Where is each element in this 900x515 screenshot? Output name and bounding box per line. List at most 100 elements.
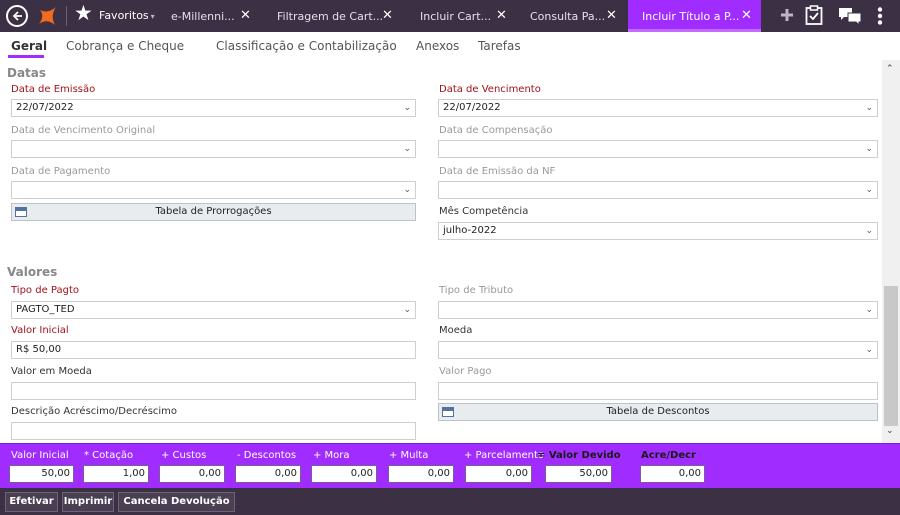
vertical-scrollbar[interactable]: ⌃ ⌄ [882, 60, 900, 443]
total-label-valor-devido: = Valor Devido [537, 450, 621, 461]
tab-e-millennium[interactable]: e-Millenni... ✕ [160, 0, 266, 32]
chevron-down-icon: ⌄ [403, 144, 411, 154]
total-mora-input[interactable]: 0,00 [311, 465, 377, 483]
plus-icon[interactable] [780, 8, 794, 25]
tabela-prorrogacoes-button[interactable]: Tabela de Prorrogações [11, 203, 416, 221]
tab-incluir-cart[interactable]: Incluir Cart... ✕ [408, 0, 514, 32]
close-icon[interactable]: ✕ [606, 8, 617, 23]
total-acre-decr-input[interactable]: 0,00 [640, 465, 705, 483]
bottom-toolbar: Efetivar Imprimir Cancela Devolução [0, 488, 900, 515]
close-icon[interactable]: ✕ [240, 8, 251, 23]
data-emissao-select[interactable]: 22/07/2022 ⌄ [11, 99, 416, 117]
tab-geral[interactable]: Geral [11, 39, 47, 53]
tab-label: Incluir Cart... [420, 9, 492, 23]
moeda-select[interactable]: ⌄ [438, 341, 878, 359]
label-data-compensacao: Data de Compensação [439, 125, 553, 136]
close-icon[interactable]: ✕ [741, 8, 752, 23]
calendar-icon [442, 407, 454, 417]
total-label-multa: + Multa [389, 450, 429, 461]
chevron-down-icon: ⌄ [403, 305, 411, 315]
chevron-down-icon: ⌄ [403, 103, 411, 113]
total-multa-input[interactable]: 0,00 [388, 465, 454, 483]
tab-filtragem[interactable]: Filtragem de Cart... ✕ [266, 0, 400, 32]
close-icon[interactable]: ✕ [496, 8, 507, 23]
more-vertical-icon[interactable] [877, 7, 883, 28]
button-label: Tabela de Prorrogações [155, 206, 272, 217]
valor-inicial-input[interactable]: R$ 50,00 [11, 341, 416, 359]
form-area: Datas Data de Emissão 22/07/2022 ⌄ Data d… [0, 60, 882, 443]
total-label-parcelamento: + Parcelamento [464, 450, 544, 461]
valor-moeda-input[interactable] [11, 382, 416, 400]
chevron-up-icon[interactable]: ⌃ [886, 64, 894, 74]
label-valor-moeda: Valor em Moeda [11, 366, 92, 377]
data-emissao-nf-select[interactable]: ⌄ [438, 181, 878, 199]
total-label-custos: + Custos [161, 450, 207, 461]
chevron-down-icon: ⌄ [865, 305, 873, 315]
section-valores: Valores [7, 265, 58, 279]
tab-cobranca-cheque[interactable]: Cobrança e Cheque [66, 39, 184, 53]
star-icon[interactable]: ★ [74, 3, 93, 24]
imprimir-button[interactable]: Imprimir [62, 492, 114, 512]
total-label-valor-inicial: Valor Inicial [11, 450, 69, 461]
label-mes-competencia: Mês Competência [439, 206, 529, 217]
valor-pago-input[interactable] [438, 382, 878, 400]
close-icon[interactable]: ✕ [382, 8, 393, 23]
tabela-descontos-button[interactable]: Tabela de Descontos [438, 403, 878, 421]
label-valor-pago: Valor Pago [439, 366, 492, 377]
label-data-emissao: Data de Emissão [11, 84, 96, 95]
label-data-emissao-nf: Data de Emissão da NF [439, 166, 556, 177]
tipo-tributo-select[interactable]: ⌄ [438, 301, 878, 319]
tab-label: Consulta Pa... [530, 9, 606, 23]
chat-icon[interactable] [838, 7, 862, 28]
descricao-input[interactable] [11, 422, 416, 440]
total-custos-input[interactable]: 0,00 [159, 465, 225, 483]
total-label-cotacao: * Cotação [84, 450, 134, 461]
mes-competencia-select[interactable]: julho-2022 ⌄ [438, 222, 878, 240]
field-value: 22/07/2022 [443, 102, 501, 113]
label-moeda: Moeda [439, 325, 473, 336]
favorites-menu[interactable]: Favoritos ▾ [99, 9, 155, 22]
chevron-down-icon: ⌄ [865, 185, 873, 195]
chevron-down-icon: ⌄ [865, 345, 873, 355]
total-label-mora: + Mora [313, 450, 350, 461]
tab-label: e-Millenni... [171, 9, 235, 23]
totals-bar: Valor Inicial 50,00 * Cotação 1,00 + Cus… [0, 443, 900, 488]
chevron-down-icon[interactable]: ⌄ [886, 426, 894, 436]
calendar-icon [15, 207, 27, 217]
tab-incluir-titulo[interactable]: Incluir Título a P... ✕ [628, 0, 761, 32]
chevron-down-icon: ⌄ [865, 226, 873, 236]
tab-classificacao[interactable]: Classificação e Contabilização [216, 39, 397, 53]
top-bar: ★ Favoritos ▾ e-Millenni... ✕ Filtragem d… [0, 0, 900, 32]
data-compensacao-select[interactable]: ⌄ [438, 140, 878, 158]
tab-tarefas[interactable]: Tarefas [478, 39, 521, 53]
clipboard-check-icon[interactable] [805, 5, 823, 28]
total-valor-inicial-input[interactable]: 50,00 [9, 465, 74, 483]
label-tipo-pagto: Tipo de Pagto [11, 285, 79, 296]
active-subtab-indicator [8, 55, 44, 58]
logo-icon[interactable] [37, 5, 59, 27]
chevron-down-icon: ⌄ [403, 185, 411, 195]
tab-anexos[interactable]: Anexos [416, 39, 459, 53]
label-data-vencimento: Data de Vencimento [439, 84, 541, 95]
total-label-acre-decr: Acre/Decr [641, 450, 696, 461]
total-valor-devido-input[interactable]: 50,00 [545, 465, 612, 483]
data-venc-original-select[interactable]: ⌄ [11, 140, 416, 158]
total-parcelamento-input[interactable]: 0,00 [465, 465, 532, 483]
label-data-pagamento: Data de Pagamento [11, 166, 111, 177]
efetivar-button[interactable]: Efetivar [5, 492, 58, 512]
data-vencimento-select[interactable]: 22/07/2022 ⌄ [438, 99, 878, 117]
field-value: julho-2022 [443, 225, 497, 236]
data-pagamento-select[interactable]: ⌄ [11, 181, 416, 199]
tipo-pagto-select[interactable]: PAGTO_TED ⌄ [11, 301, 416, 319]
cancela-devolucao-button[interactable]: Cancela Devolução [118, 492, 235, 512]
label-descricao: Descrição Acréscimo/Decréscimo [11, 406, 178, 417]
label-data-venc-original: Data de Vencimento Original [11, 125, 156, 136]
total-label-descontos: - Descontos [237, 450, 297, 461]
field-value: R$ 50,00 [16, 344, 62, 355]
total-cotacao-input[interactable]: 1,00 [83, 465, 149, 483]
tab-consulta[interactable]: Consulta Pa... ✕ [518, 0, 624, 32]
sub-tabs: Geral Cobrança e Cheque Classificação e … [0, 32, 900, 60]
scrollbar-thumb[interactable] [884, 286, 898, 426]
back-icon[interactable] [6, 5, 28, 27]
total-descontos-input[interactable]: 0,00 [235, 465, 301, 483]
